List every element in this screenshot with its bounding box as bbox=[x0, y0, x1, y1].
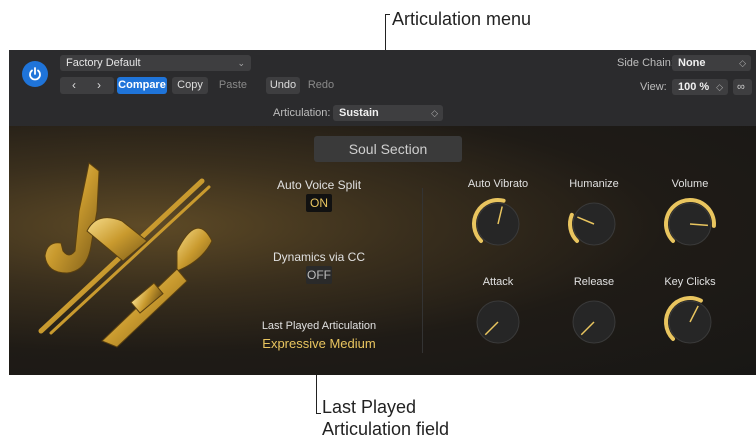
knob-auto-vibrato[interactable] bbox=[468, 194, 528, 254]
redo-button[interactable]: Redo bbox=[304, 77, 338, 94]
copy-button[interactable]: Copy bbox=[172, 77, 208, 94]
link-button[interactable]: ∞ bbox=[733, 79, 752, 95]
dynamics-via-cc-toggle[interactable]: OFF bbox=[306, 266, 332, 284]
updown-chevron-icon: ◇ bbox=[431, 108, 438, 118]
instrument-title: Soul Section bbox=[314, 136, 462, 162]
last-played-callout-tick bbox=[316, 413, 321, 414]
instrument-panel: Soul Section Auto Voice Split ON Dynamic… bbox=[9, 126, 756, 375]
knob-attack[interactable] bbox=[468, 292, 528, 352]
knob-label-key-clicks: Key Clicks bbox=[664, 276, 716, 288]
plugin-header: Factory Default ⌄ ‹ › Compare Copy Paste… bbox=[9, 50, 756, 126]
side-chain-value: None bbox=[678, 57, 706, 69]
articulation-label: Articulation: bbox=[273, 107, 331, 119]
auto-voice-split-label: Auto Voice Split bbox=[276, 178, 362, 192]
knob-label-release: Release bbox=[573, 276, 615, 288]
link-icon: ∞ bbox=[737, 81, 745, 93]
updown-chevron-icon: ◇ bbox=[739, 58, 746, 68]
power-button[interactable] bbox=[22, 61, 48, 87]
knob-label-humanize: Humanize bbox=[569, 178, 619, 190]
articulation-callout-tick bbox=[385, 14, 390, 15]
brass-instruments-image bbox=[38, 162, 213, 348]
articulation-menu[interactable]: Sustain ◇ bbox=[333, 105, 443, 121]
panel-divider bbox=[422, 188, 423, 353]
paste-button[interactable]: Paste bbox=[213, 77, 253, 94]
view-zoom-dropdown[interactable]: 100 % ◇ bbox=[672, 79, 728, 95]
chevron-down-icon: ⌄ bbox=[237, 58, 245, 68]
power-icon bbox=[29, 67, 41, 81]
undo-button[interactable]: Undo bbox=[266, 77, 300, 94]
preset-value: Factory Default bbox=[66, 57, 141, 69]
prev-preset-button[interactable]: ‹ bbox=[72, 77, 76, 94]
side-chain-dropdown[interactable]: None ◇ bbox=[672, 55, 751, 71]
updown-chevron-icon: ◇ bbox=[716, 82, 723, 92]
knob-label-volume: Volume bbox=[671, 178, 709, 190]
last-played-articulation-label: Last Played Articulation bbox=[261, 320, 377, 332]
last-played-callout: Last Played Articulation field bbox=[322, 396, 449, 440]
last-played-callout-line2: Articulation field bbox=[322, 419, 450, 439]
side-chain-label: Side Chain: bbox=[617, 57, 674, 69]
knob-humanize[interactable] bbox=[564, 194, 624, 254]
articulation-value: Sustain bbox=[339, 107, 379, 119]
last-played-callout-line1: Last Played bbox=[322, 397, 417, 417]
articulation-menu-callout: Articulation menu bbox=[392, 9, 532, 29]
knob-key-clicks[interactable] bbox=[660, 292, 720, 352]
knob-volume[interactable] bbox=[660, 194, 720, 254]
next-preset-button[interactable]: › bbox=[97, 77, 101, 94]
knob-release[interactable] bbox=[564, 292, 624, 352]
compare-button[interactable]: Compare bbox=[117, 77, 167, 94]
preset-nav: ‹ › bbox=[60, 77, 114, 94]
knob-label-auto-vibrato: Auto Vibrato bbox=[467, 178, 529, 190]
view-label: View: bbox=[640, 81, 667, 93]
view-zoom-value: 100 % bbox=[678, 81, 710, 93]
auto-voice-split-toggle[interactable]: ON bbox=[306, 194, 332, 212]
knob-label-attack: Attack bbox=[482, 276, 514, 288]
last-played-articulation-field: Expressive Medium bbox=[262, 336, 376, 351]
preset-dropdown[interactable]: Factory Default ⌄ bbox=[60, 55, 251, 71]
dynamics-via-cc-label: Dynamics via CC bbox=[272, 250, 365, 264]
